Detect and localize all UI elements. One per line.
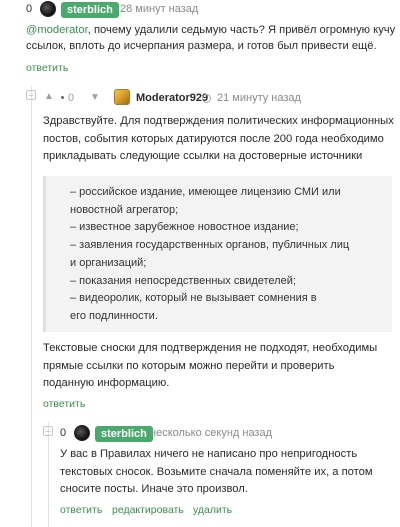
comment-time[interactable]: несколько секунд назад (150, 427, 272, 439)
comment-text-line: сносите посты. Иначе это произвол. (60, 483, 248, 496)
thread-line[interactable] (31, 86, 32, 527)
mention-link[interactable]: @moderator (26, 24, 88, 36)
upvote-icon[interactable]: ▲ (44, 91, 54, 102)
quote-line: новостной агрегатор; (70, 203, 179, 216)
edit-button[interactable]: редактировать (112, 504, 184, 516)
quote-line: – показания непосредственных свидетелей; (70, 274, 296, 287)
comment-text: Текстовые сноски для подтверждения не по… (43, 340, 398, 393)
comment-text-line: Здравствуйте. Для подтверждения политиче… (43, 115, 394, 127)
comment-text-line: Текстовые сноски для подтверждения не по… (43, 342, 378, 354)
reply-button[interactable]: ответить (43, 398, 85, 410)
collapse-toggle[interactable] (43, 426, 53, 436)
quote-text: – российское издание, имеющее лицензию С… (70, 184, 390, 326)
comment-text-line: поданную информацию. (43, 377, 170, 390)
avatar[interactable] (40, 1, 56, 17)
reply-button[interactable]: ответить (60, 504, 102, 516)
collapse-toggle[interactable] (26, 90, 36, 100)
reply-button[interactable]: ответить (26, 62, 68, 74)
quote-line: и организаций; (70, 256, 147, 269)
comment-text: У вас в Правилах ничего не написано про … (60, 446, 396, 499)
downvote-icon[interactable]: ▼ (90, 92, 100, 103)
quote-line: – видеоролик, который не вызывает сомнен… (70, 292, 317, 305)
quote-line: его подлинности. (70, 309, 158, 322)
comment-rating: 0 (26, 3, 33, 15)
quote-line: – заявления государственных органов, пуб… (70, 239, 350, 252)
thread-line[interactable] (48, 422, 49, 527)
comment-rating: 0 (60, 427, 67, 439)
comment-rating: 0 (68, 92, 75, 104)
comment-text-line: прямые ссылки по которым можно перейти и… (43, 359, 335, 372)
moderator-avatar[interactable] (114, 89, 130, 105)
comment-text-line: текстовых сносок. Возьмите сначала помен… (60, 465, 373, 478)
comment-text-line: постов, события которых датируются после… (43, 132, 384, 145)
quote-line: – российское издание, имеющее лицензию С… (70, 186, 341, 198)
author-badge[interactable]: sterblich (61, 2, 119, 18)
comment-text-line: прикладывать следующие ссылки на достове… (43, 150, 363, 163)
comment-time[interactable]: 21 минуту назад (217, 92, 301, 104)
quote-line: – известное зарубежное новостное издание… (70, 221, 299, 234)
comment-text-line: ссылок, вплоть до исчерпания размера, и … (26, 40, 377, 52)
author-name[interactable]: Moderator929 (136, 92, 208, 104)
comment-time[interactable]: 28 минут назад (120, 3, 198, 15)
clock-icon (202, 94, 211, 103)
comment-text: Здравствуйте. Для подтверждения политиче… (43, 113, 398, 166)
rating-dot-icon (61, 96, 64, 99)
avatar[interactable] (74, 425, 90, 441)
comment-text-line: , почему удалили седьмую часть? Я привёл… (87, 24, 396, 36)
comment-text-line: У вас в Правилах ничего не написано про … (60, 448, 358, 460)
author-badge[interactable]: sterblich (95, 426, 153, 442)
comment-text: @moderator, почему удалили седьмую часть… (26, 22, 396, 54)
delete-button[interactable]: удалить (193, 504, 232, 516)
